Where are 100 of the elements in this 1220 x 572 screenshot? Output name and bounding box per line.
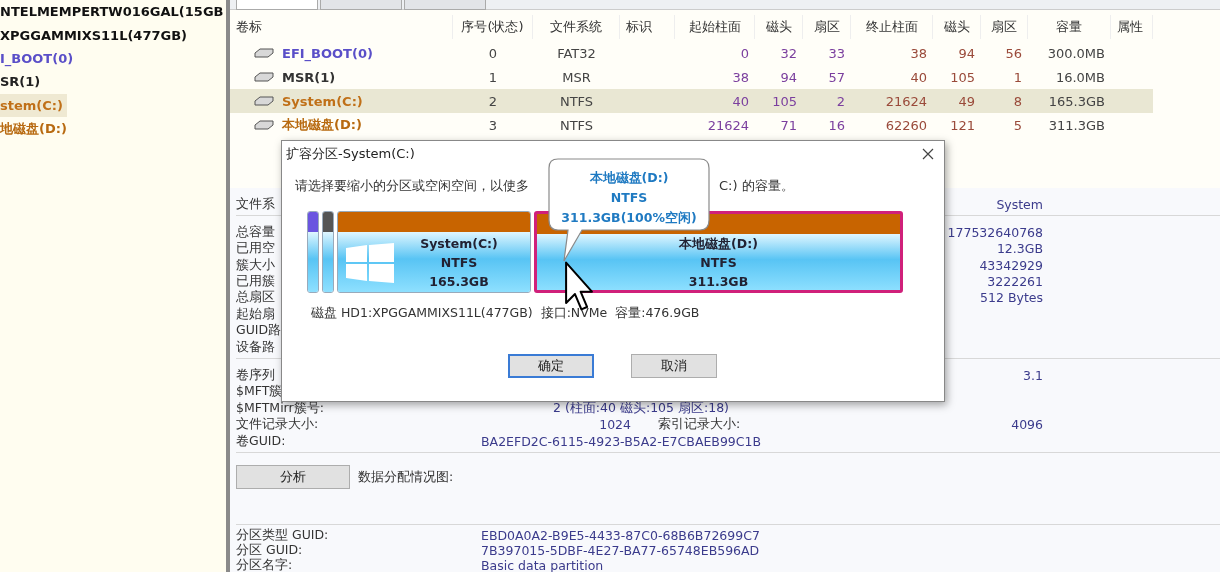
dialog-title: 扩容分区-System(C:) (286, 145, 415, 163)
tree-item[interactable]: SR(1) (0, 70, 45, 94)
column-header[interactable]: 属性 (1111, 15, 1153, 39)
field-label: 总扇区 (236, 289, 275, 307)
table-cell-text: 94 (779, 69, 798, 85)
table-row[interactable]: System(C:) 2 NTFS 40 105 2 21624 49 8 165.3GB (230, 89, 1153, 113)
tooltip-text: 311.3GB(100%空闲) (561, 209, 697, 227)
column-header[interactable]: 扇区 (803, 15, 851, 39)
field-value: 3.1 (1023, 368, 1043, 384)
tooltip-text: 本地磁盘(D:) (589, 169, 669, 187)
table-cell-text: 1 (487, 69, 499, 85)
field-label: 起始扇 (236, 305, 275, 323)
dialog-button[interactable]: 确定 (508, 354, 594, 378)
column-header[interactable]: 标识 (620, 15, 675, 39)
field-label: 已用空 (236, 240, 275, 258)
close-icon[interactable] (922, 148, 934, 160)
tree-item[interactable]: XPGGAMMIXS11L(477GB) (0, 23, 192, 47)
field-value: BA2EFD2C-6115-4923-B5A2-E7CBAEB99C1B (481, 433, 762, 449)
partition-label: 本地磁盘(D:) (679, 235, 758, 253)
field-value: 43342929 (979, 257, 1043, 273)
field-label: 设备路 (236, 338, 275, 356)
drive-icon (254, 72, 274, 82)
tree-item[interactable]: I_BOOT(0) (0, 46, 78, 71)
table-cell-text: 33 (827, 45, 846, 61)
field-label: 总容量 (236, 223, 275, 241)
table-row[interactable]: 本地磁盘(D:) 3 NTFS 21624 71 16 62260 121 5 311.3GB (230, 113, 1153, 137)
field-label: GUID路 (236, 322, 282, 340)
table-cell-text: 165.3GB (1047, 93, 1106, 109)
table-cell-text: 71 (779, 117, 798, 133)
table-cell-text: 49 (957, 93, 976, 109)
partition-size: 165.3GB (429, 272, 489, 291)
table-cell-text: 105 (771, 93, 798, 109)
column-header[interactable]: 磁头 (755, 15, 803, 39)
instruction-text: C:) 的容量。 (719, 177, 794, 195)
table-cell-text: 32 (779, 45, 798, 61)
chart-label: 数据分配情况图: (358, 468, 454, 486)
field-label: $MFT簇 (236, 383, 283, 401)
field-label: 已用簇 (236, 273, 275, 290)
table-cell-text: 94 (957, 45, 976, 61)
field-label: 分区名字: (236, 557, 293, 572)
field-value: Basic data partition (481, 558, 604, 572)
table-cell-text: 57 (827, 69, 846, 85)
field-value: 3222261 (987, 274, 1043, 290)
table-cell-text: 2 (835, 93, 846, 109)
table-cell: 本地磁盘(D:) (282, 116, 362, 134)
column-header[interactable]: 终止柱面 (851, 15, 933, 39)
field-value: 512 Bytes (980, 290, 1043, 306)
table-row[interactable]: EFI_BOOT(0) 0 FAT32 0 32 33 38 94 56 300.0MB (230, 41, 1153, 65)
partition-size: 311.3GB (688, 273, 749, 290)
table-cell-text: 16 (827, 117, 846, 133)
table-cell-text: NTFS (558, 117, 595, 133)
table-cell-text: FAT32 (556, 45, 597, 61)
table-cell-text: 62260 (884, 117, 928, 133)
column-header[interactable]: 起始柱面 (675, 15, 755, 39)
windows-icon (346, 243, 394, 283)
disk-info: 磁盘 HD1:XPGGAMMIXS11L(477GB) 接口:NVMe 容量:476.9GB (310, 304, 701, 322)
field-value: EBD0A0A2-B9E5-4433-87C0-68B6B72699C7 (481, 528, 760, 543)
partition-block[interactable]: System(C:) NTFS 165.3GB (337, 211, 531, 293)
table-cell-text: 38 (731, 69, 750, 85)
field-value: 177532640768 (947, 224, 1043, 240)
field-value: 2 (柱面:40 磁头:105 扇区:18) (553, 399, 729, 417)
partition-block[interactable] (322, 211, 334, 293)
table-cell-text: 40 (909, 69, 928, 85)
field-value: System (996, 196, 1043, 212)
table-cell-text: 16.0MB (1054, 69, 1106, 85)
partition-fs: NTFS (440, 253, 478, 272)
table-cell-text: MSR (561, 69, 592, 85)
column-header[interactable]: 卷标 (230, 15, 453, 39)
column-header[interactable]: 文件系统 (533, 15, 620, 39)
column-header[interactable]: 容量 (1028, 15, 1111, 39)
table-cell: MSR(1) (282, 69, 336, 85)
table-cell-text: 1 (1012, 69, 1023, 85)
field-label: 分区类型 GUID: (236, 527, 329, 543)
drive-icon (254, 96, 274, 106)
dialog-button[interactable]: 取消 (631, 354, 717, 378)
table-row[interactable]: MSR(1) 1 MSR 38 94 57 40 105 1 16.0MB (230, 65, 1153, 89)
table-cell-text: 300.0MB (1046, 45, 1106, 61)
tooltip-text: NTFS (610, 189, 648, 207)
column-header[interactable]: 序号(状态) (453, 15, 533, 39)
column-header[interactable]: 扇区 (981, 15, 1028, 39)
table-cell-text: 3 (487, 117, 499, 133)
field-label: 索引记录大小: (658, 416, 741, 434)
table-cell-text: 121 (949, 117, 976, 133)
table-cell-text: 2 (487, 93, 499, 109)
table-cell: EFI_BOOT(0) (282, 45, 373, 61)
tree-item[interactable]: 地磁盘(D:) (0, 116, 71, 141)
field-label: 文件系 (236, 195, 275, 213)
partition-block[interactable] (307, 211, 319, 293)
table-cell-text: 0 (487, 45, 499, 61)
field-label: 文件记录大小: (236, 416, 319, 434)
field-value: 1024 (598, 417, 631, 433)
field-label: 分区 GUID: (236, 542, 303, 558)
drive-icon (254, 120, 274, 130)
field-label: 卷GUID: (236, 432, 286, 450)
column-header[interactable]: 磁头 (933, 15, 981, 39)
tree-item[interactable]: NTELMEMPERTW016GAL(15GB (0, 0, 228, 24)
table-cell-text: 38 (909, 45, 928, 61)
drive-icon (254, 48, 274, 58)
analyze-button[interactable]: 分析 (236, 465, 350, 489)
field-value: 7B397015-5DBF-4E27-BA77-65748EB596AD (481, 543, 760, 558)
